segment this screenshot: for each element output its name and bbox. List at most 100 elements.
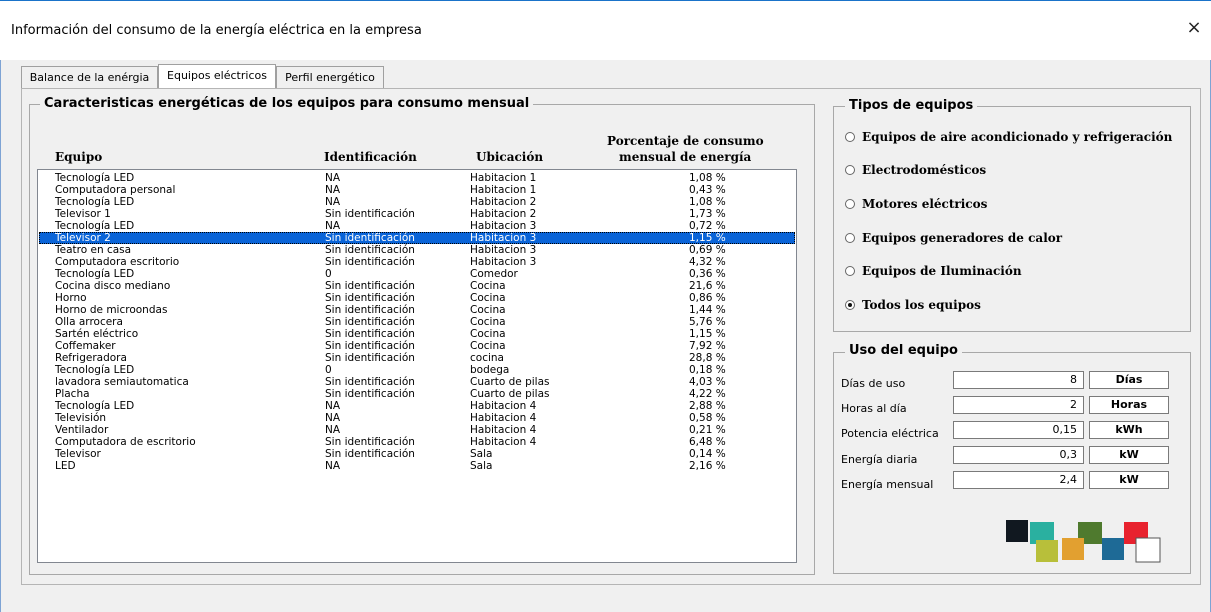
list-item[interactable]: Placha Sin identificación Cuarto de pilas 4…	[39, 388, 795, 400]
list-item[interactable]: Computadora personal NA Habitacion 1 0,43 %	[39, 184, 795, 196]
cell-porcentaje: 0,14 %	[689, 448, 726, 460]
list-item[interactable]: lavadora semiautomatica Sin identificació…	[39, 376, 795, 388]
cell-ubicacion: cocina	[470, 352, 504, 364]
list-item[interactable]: Olla arrocera Sin identificación Cocina 5,7…	[39, 316, 795, 328]
company-logo-icon	[1006, 520, 1161, 563]
cell-porcentaje: 7,92 %	[689, 340, 726, 352]
label-dias-uso: Días de uso	[841, 377, 906, 390]
list-item[interactable]: Televisor Sin identificación Sala 0,14 %	[39, 448, 795, 460]
list-item[interactable]: Sartén eléctrico Sin identificación Cocina…	[39, 328, 795, 340]
cell-equipo: Cocina disco mediano	[55, 280, 171, 292]
cell-identificacion: NA	[325, 172, 341, 184]
list-item[interactable]: Tecnología LED NA Habitacion 1 1,08 %	[39, 172, 795, 184]
cell-equipo: Teatro en casa	[55, 244, 132, 256]
cell-ubicacion: Cocina	[470, 328, 506, 340]
radio-label: Equipos generadores de calor	[862, 231, 1063, 245]
cell-ubicacion: Cocina	[470, 304, 506, 316]
tab-perfil[interactable]: Perfil energético	[276, 66, 384, 88]
list-item[interactable]: Teatro en casa Sin identificación Habitaci…	[39, 244, 795, 256]
list-item[interactable]: Cocina disco mediano Sin identificación Co…	[39, 280, 795, 292]
unit-horas: Horas	[1089, 396, 1169, 414]
list-item-selected[interactable]: Televisor 2 Sin identificación Habitacion …	[39, 232, 795, 244]
usage-title: Uso del equipo	[845, 343, 962, 358]
list-item[interactable]: Computadora escritorio Sin identificación…	[39, 256, 795, 268]
logo-square	[1135, 537, 1161, 563]
cell-porcentaje: 21,6 %	[689, 280, 726, 292]
cell-identificacion: Sin identificación	[325, 208, 415, 220]
cell-equipo: Tecnología LED	[55, 196, 135, 208]
list-item[interactable]: Tecnología LED 0 bodega 0,18 %	[39, 364, 795, 376]
cell-porcentaje: 1,15 %	[689, 328, 726, 340]
cell-ubicacion: Cuarto de pilas	[470, 388, 550, 400]
cell-porcentaje: 4,03 %	[689, 376, 726, 388]
input-potencia[interactable]: 0,15	[953, 421, 1084, 439]
cell-equipo: lavadora semiautomatica	[55, 376, 189, 388]
column-header-porcentaje-line2: mensual de energía	[619, 150, 752, 164]
list-item[interactable]: Coffemaker Sin identificación Cocina 7,92 %	[39, 340, 795, 352]
label-potencia: Potencia eléctrica	[841, 427, 939, 440]
cell-equipo: Computadora de escritorio	[55, 436, 196, 448]
unit-kwh: kWh	[1089, 421, 1169, 439]
cell-porcentaje: 1,73 %	[689, 208, 726, 220]
tab-balance[interactable]: Balance de la enérgia	[21, 66, 158, 88]
cell-equipo: Placha	[55, 388, 90, 400]
cell-identificacion: Sin identificación	[325, 280, 415, 292]
cell-ubicacion: Habitacion 2	[470, 208, 537, 220]
input-energia-diaria[interactable]: 0,3	[953, 446, 1084, 464]
tab-equipos[interactable]: Equipos eléctricos	[158, 64, 276, 88]
radio-todos[interactable]: Todos los equipos	[845, 298, 981, 314]
list-item[interactable]: Horno de microondas Sin identificación Coc…	[39, 304, 795, 316]
cell-identificacion: NA	[325, 412, 341, 424]
close-icon[interactable]: ×	[1185, 18, 1203, 38]
input-dias-uso[interactable]: 8	[953, 371, 1084, 389]
cell-identificacion: Sin identificación	[325, 316, 415, 328]
equipment-list[interactable]: Tecnología LED NA Habitacion 1 1,08 % Compu…	[37, 169, 797, 563]
list-item[interactable]: Tecnología LED NA Habitacion 4 2,88 %	[39, 400, 795, 412]
cell-equipo: Computadora escritorio	[55, 256, 180, 268]
cell-porcentaje: 4,22 %	[689, 388, 726, 400]
cell-ubicacion: Cocina	[470, 280, 506, 292]
cell-ubicacion: Habitacion 3	[470, 232, 537, 244]
logo-square	[1006, 520, 1028, 542]
unit-dias: Días	[1089, 371, 1169, 389]
list-item[interactable]: Horno Sin identificación Cocina 0,86 %	[39, 292, 795, 304]
radio-generadores-calor[interactable]: Equipos generadores de calor	[845, 231, 1062, 247]
list-item[interactable]: Refrigeradora Sin identificación cocina 28,…	[39, 352, 795, 364]
column-header-porcentaje-line1: Porcentaje de consumo	[607, 134, 764, 148]
radio-label: Equipos de aire acondicionado y refriger…	[862, 130, 1173, 144]
cell-ubicacion: Sala	[470, 448, 493, 460]
list-item[interactable]: Computadora de escritorio Sin identificac…	[39, 436, 795, 448]
cell-ubicacion: Sala	[470, 460, 493, 472]
cell-ubicacion: Habitacion 1	[470, 184, 537, 196]
list-item[interactable]: Televisor 1 Sin identificación Habitacion …	[39, 208, 795, 220]
radio-motores[interactable]: Motores eléctricos	[845, 197, 987, 213]
input-energia-mensual[interactable]: 2,4	[953, 471, 1084, 489]
cell-identificacion: Sin identificación	[325, 388, 415, 400]
list-item[interactable]: Tecnología LED NA Habitacion 3 0,72 %	[39, 220, 795, 232]
cell-identificacion: NA	[325, 196, 341, 208]
cell-ubicacion: Habitacion 4	[470, 424, 537, 436]
cell-identificacion: NA	[325, 400, 341, 412]
input-horas-dia[interactable]: 2	[953, 396, 1084, 414]
list-item[interactable]: Ventilador NA Habitacion 4 0,21 %	[39, 424, 795, 436]
radio-electrodomesticos[interactable]: Electrodomésticos	[845, 163, 986, 179]
cell-ubicacion: Cuarto de pilas	[470, 376, 550, 388]
cell-identificacion: 0	[325, 268, 332, 280]
cell-ubicacion: Cocina	[470, 316, 506, 328]
list-item[interactable]: Tecnología LED 0 Comedor 0,36 %	[39, 268, 795, 280]
title-bar: Información del consumo de la energía el…	[0, 0, 1211, 60]
radio-checked-icon	[845, 300, 855, 310]
radio-iluminacion[interactable]: Equipos de Iluminación	[845, 264, 1022, 280]
cell-equipo: Tecnología LED	[55, 268, 135, 280]
list-item[interactable]: LED NA Sala 2,16 %	[39, 460, 795, 472]
cell-equipo: Ventilador	[55, 424, 109, 436]
cell-ubicacion: Comedor	[470, 268, 518, 280]
list-item[interactable]: Tecnología LED NA Habitacion 2 1,08 %	[39, 196, 795, 208]
cell-identificacion: Sin identificación	[325, 340, 415, 352]
cell-identificacion: NA	[325, 184, 341, 196]
cell-identificacion: NA	[325, 220, 341, 232]
list-item[interactable]: Televisión NA Habitacion 4 0,58 %	[39, 412, 795, 424]
radio-aire-acondicionado[interactable]: Equipos de aire acondicionado y refriger…	[845, 130, 1172, 146]
cell-equipo: Televisor 1	[55, 208, 111, 220]
window-title: Información del consumo de la energía el…	[11, 23, 422, 38]
